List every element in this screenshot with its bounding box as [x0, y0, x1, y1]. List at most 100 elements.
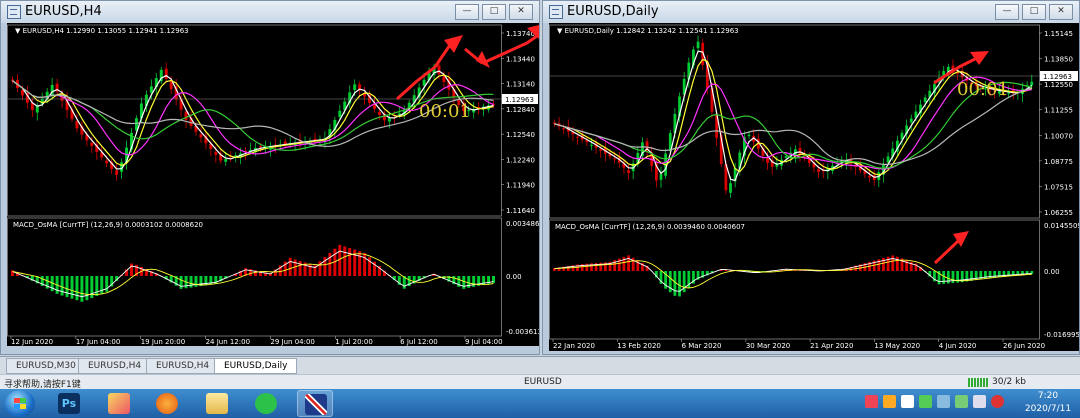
- chart-window-h4[interactable]: EURUSD,H4 — □ ✕ 1.13740 1.13440 1.13140 1.1…: [0, 0, 540, 355]
- minimize-button[interactable]: —: [455, 4, 479, 20]
- chart-window-icon: [549, 5, 563, 19]
- macd-histogram-bar: [130, 263, 133, 276]
- candle-body: [696, 41, 700, 49]
- tray-app-icon[interactable]: [955, 395, 968, 408]
- chart-canvas[interactable]: 1.15145 1.13850 1.12550 1.11255 1.10070 1.087…: [549, 23, 1079, 351]
- candle-body: [338, 110, 342, 117]
- tray-app-icon[interactable]: [865, 395, 878, 408]
- price-tick-label: 1.08775: [1044, 158, 1073, 166]
- macd-histogram-bar: [358, 251, 362, 276]
- macd-histogram-bar: [100, 276, 104, 294]
- taskbar-app-chart[interactable]: [101, 390, 137, 417]
- maximize-button[interactable]: □: [482, 4, 506, 20]
- chart-window-daily[interactable]: EURUSD,Daily — □ ✕ 1.15145 1.13850 1.12550…: [542, 0, 1080, 355]
- tray-app-icon[interactable]: [937, 395, 950, 408]
- tab-eurusd-m30[interactable]: EURUSD,M30: [6, 358, 86, 374]
- tray-wechat-icon[interactable]: [919, 395, 932, 408]
- chart-header-ohlc: ▼ EURUSD,Daily 1.12842 1.13242 1.12541 1…: [557, 27, 739, 35]
- macd-histogram-bar: [678, 271, 681, 297]
- price-tick-label: 1.11640: [506, 207, 535, 215]
- macd-histogram-bar: [75, 276, 79, 301]
- macd-histogram-bar: [627, 255, 630, 271]
- tab-eurusd-h4-2[interactable]: EURUSD,H4: [146, 358, 220, 374]
- macd-histogram-bar: [951, 271, 955, 284]
- current-price-label: 1.12963: [1043, 73, 1072, 81]
- candle-body: [283, 141, 287, 144]
- taskbar-clock[interactable]: 7:20 2020/7/11: [1020, 390, 1076, 416]
- macd-signal-line: [12, 253, 494, 296]
- macd-tick-label: 0.0034865: [506, 220, 539, 228]
- macd-histogram-bar: [80, 276, 84, 302]
- macd-histogram-bar: [942, 271, 946, 284]
- minimize-button[interactable]: —: [995, 4, 1019, 20]
- macd-histogram-bar: [293, 259, 297, 276]
- macd-histogram-bar: [70, 276, 74, 299]
- taskbar-app-photoshop[interactable]: Ps: [51, 390, 87, 417]
- chart-canvas[interactable]: 1.137401.134401.131401.128401.125401.122…: [7, 23, 539, 346]
- macd-histogram-bar: [338, 244, 342, 276]
- macd-histogram-bar: [11, 270, 14, 276]
- connection-meter-icon: [968, 378, 988, 387]
- macd-signal-line: [12, 250, 494, 298]
- macd-histogram-bar: [462, 276, 466, 289]
- candle-body: [627, 170, 630, 174]
- trend-arrow: [933, 236, 963, 265]
- candle-body: [115, 170, 119, 175]
- candle-body: [576, 136, 579, 138]
- price-tick-label: 1.11940: [506, 182, 535, 190]
- chart-window-icon: [7, 5, 21, 19]
- price-tick-label: 1.13850: [1044, 56, 1073, 64]
- candle-body: [353, 84, 357, 90]
- macd-tick-label: -0.003613: [506, 328, 539, 336]
- macd-histogram-bar: [946, 271, 950, 284]
- window-titlebar[interactable]: EURUSD,Daily — □ ✕: [543, 1, 1079, 23]
- date-axis-label: 1 Jul 20:00: [335, 338, 373, 346]
- window-titlebar[interactable]: EURUSD,H4 — □ ✕: [1, 1, 539, 23]
- chart-app-icon: [108, 393, 130, 414]
- price-tick-label: 1.10070: [1044, 132, 1073, 140]
- chart-tabs-bar: EURUSD,M30 EURUSD,H4 EURUSD,H4 EURUSD,Da…: [0, 356, 1080, 374]
- taskbar-app-wechat[interactable]: [248, 390, 284, 417]
- candle-body: [909, 118, 913, 123]
- candle-body: [868, 175, 871, 178]
- tab-eurusd-h4[interactable]: EURUSD,H4: [78, 358, 152, 374]
- volume-icon[interactable]: [991, 395, 1004, 408]
- clock-time: 7:20: [1037, 391, 1059, 401]
- macd-histogram-bar: [348, 248, 352, 276]
- status-bar: 寻求帮助,请按F1键 EURUSD 30/2 kb: [0, 374, 1080, 390]
- close-button[interactable]: ✕: [1049, 4, 1073, 20]
- date-axis-label: 19 Jun 20:00: [141, 338, 185, 346]
- candle-body: [105, 160, 109, 164]
- candle-body: [817, 169, 820, 172]
- system-tray: [865, 395, 1004, 408]
- price-chart-h4[interactable]: 1.13740 1.13440 1.13140 1.12840 1.12540 1.122…: [7, 23, 539, 346]
- tray-app-icon[interactable]: [901, 395, 914, 408]
- date-axis-label: 30 Mar 2020: [746, 342, 790, 350]
- macd-histogram-bar: [288, 257, 292, 276]
- candle-body: [75, 121, 79, 129]
- price-chart-daily[interactable]: 1.15145 1.13850 1.12550 1.11255 1.10070 1.087…: [549, 23, 1079, 351]
- macd-histogram-bar: [673, 271, 677, 296]
- price-tick-label: 1.12840: [506, 106, 535, 114]
- taskbar-app-flag[interactable]: [297, 390, 333, 417]
- candle-body: [199, 134, 203, 138]
- candle-body: [729, 183, 732, 193]
- candle-body: [258, 146, 262, 148]
- macd-histogram-bar: [298, 260, 302, 276]
- taskbar-app-browser[interactable]: [149, 390, 185, 417]
- price-tick-label: 1.07515: [1044, 183, 1073, 191]
- macd-signal-line: [554, 258, 1032, 292]
- tab-eurusd-daily[interactable]: EURUSD,Daily: [214, 358, 298, 374]
- maximize-button[interactable]: □: [1022, 4, 1046, 20]
- start-button[interactable]: [5, 390, 35, 417]
- candle-body: [1030, 81, 1034, 86]
- candle-body: [590, 144, 593, 146]
- candle-body: [923, 97, 927, 103]
- taskbar-app-explorer[interactable]: [199, 390, 235, 417]
- tray-app-icon[interactable]: [883, 395, 896, 408]
- network-icon[interactable]: [973, 395, 986, 408]
- close-button[interactable]: ✕: [509, 4, 533, 20]
- macd-histogram-bar: [895, 256, 899, 271]
- candle-body: [20, 89, 24, 96]
- macd-histogram-bar: [179, 276, 183, 289]
